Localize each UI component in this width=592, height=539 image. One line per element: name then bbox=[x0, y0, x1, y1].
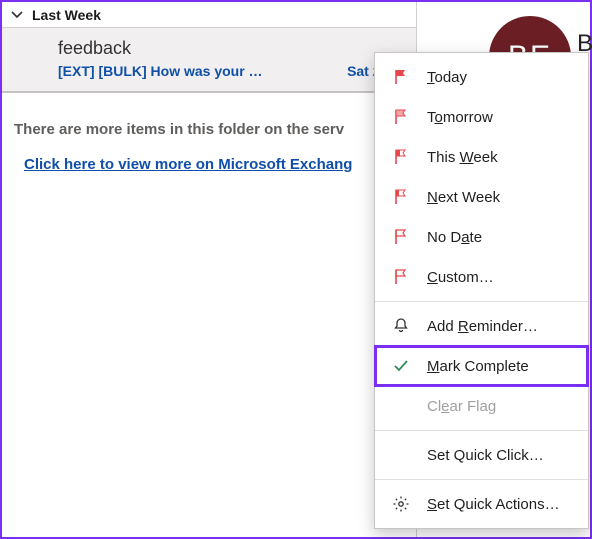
message-subject: [EXT] [BULK] How was your … bbox=[58, 63, 327, 79]
menu-this-week[interactable]: This Week bbox=[375, 137, 588, 177]
menu-label: Tomorrow bbox=[427, 109, 574, 126]
menu-today[interactable]: Today bbox=[375, 57, 588, 97]
flag-icon bbox=[389, 105, 413, 129]
menu-clear-flag: Clear Flag bbox=[375, 386, 588, 426]
chevron-down-icon bbox=[10, 8, 24, 22]
menu-set-quick-actions[interactable]: Set Quick Actions… bbox=[375, 484, 588, 524]
menu-label: Next Week bbox=[427, 189, 574, 206]
menu-no-date[interactable]: No Date bbox=[375, 217, 588, 257]
more-items-notice: There are more items in this folder on t… bbox=[14, 121, 404, 138]
message-item[interactable]: feedback [EXT] [BULK] How was your … Sat… bbox=[2, 28, 416, 93]
menu-set-quick-click[interactable]: Set Quick Click… bbox=[375, 435, 588, 475]
menu-separator bbox=[375, 479, 588, 480]
menu-label: Mark Complete bbox=[427, 358, 574, 375]
bell-icon bbox=[389, 314, 413, 338]
menu-add-reminder[interactable]: Add Reminder… bbox=[375, 306, 588, 346]
blank-icon bbox=[389, 394, 413, 418]
gear-icon bbox=[389, 492, 413, 516]
group-header-label: Last Week bbox=[32, 7, 101, 23]
menu-separator bbox=[375, 301, 588, 302]
view-more-link[interactable]: Click here to view more on Microsoft Exc… bbox=[24, 156, 352, 173]
message-list-pane: Last Week feedback [EXT] [BULK] How was … bbox=[2, 2, 417, 537]
menu-label: Clear Flag bbox=[427, 398, 574, 415]
flag-context-menu: Today Tomorrow This Week Next Week No Da… bbox=[374, 52, 589, 529]
flag-icon bbox=[389, 65, 413, 89]
flag-icon bbox=[389, 185, 413, 209]
menu-separator bbox=[375, 430, 588, 431]
menu-label: Add Reminder… bbox=[427, 318, 574, 335]
menu-label: Set Quick Click… bbox=[427, 447, 574, 464]
menu-label: Today bbox=[427, 69, 574, 86]
group-header-last-week[interactable]: Last Week bbox=[2, 2, 416, 28]
flag-icon bbox=[389, 225, 413, 249]
message-sender: feedback bbox=[58, 38, 400, 59]
menu-label: This Week bbox=[427, 149, 574, 166]
menu-mark-complete[interactable]: Mark Complete bbox=[375, 346, 588, 386]
flag-icon bbox=[389, 145, 413, 169]
flag-icon bbox=[389, 265, 413, 289]
menu-next-week[interactable]: Next Week bbox=[375, 177, 588, 217]
menu-label: No Date bbox=[427, 229, 574, 246]
menu-custom[interactable]: Custom… bbox=[375, 257, 588, 297]
menu-label: Custom… bbox=[427, 269, 574, 286]
menu-tomorrow[interactable]: Tomorrow bbox=[375, 97, 588, 137]
menu-label: Set Quick Actions… bbox=[427, 496, 574, 513]
checkmark-icon bbox=[389, 354, 413, 378]
blank-icon bbox=[389, 443, 413, 467]
